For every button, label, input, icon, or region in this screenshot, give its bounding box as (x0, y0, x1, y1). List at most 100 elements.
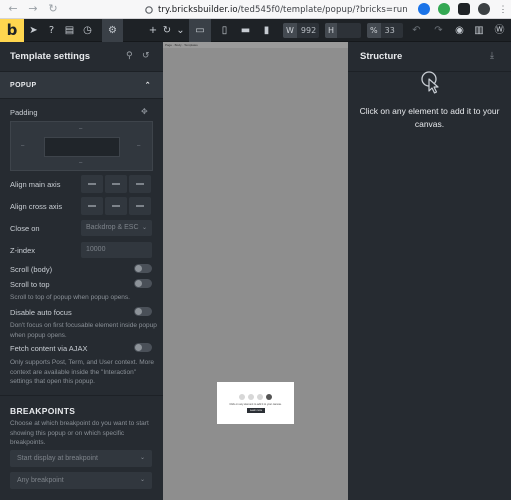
padding-right-input[interactable]: – (137, 143, 140, 149)
disable-focus-hint: Don't focus on first focusable element i… (10, 322, 157, 339)
pages-icon[interactable]: ▥ (470, 19, 488, 42)
url-host: try.bricksbuilder.io (158, 4, 238, 15)
chevron-down-icon: ⌄ (141, 225, 147, 231)
scroll-top-toggle[interactable] (134, 279, 152, 288)
preview-icon[interactable]: ◉ (451, 19, 468, 42)
zoom-value: 33 (384, 26, 395, 35)
url-text[interactable]: try.bricksbuilder.io/ted545f0/template/p… (158, 5, 408, 15)
structure-empty-message: Click on any element to add it to your c… (359, 106, 500, 129)
structure-header: Structure ⤓ (348, 42, 511, 72)
chevron-down-icon: ⌄ (139, 477, 145, 483)
bricks-logo[interactable]: b (0, 19, 24, 42)
reset-icon[interactable]: ↺ (142, 51, 150, 61)
close-on-select[interactable]: Backdrop & ESC ⌄ (81, 220, 152, 236)
add-element-icon[interactable]: + (146, 19, 160, 42)
download-icon[interactable]: ⤓ (490, 51, 494, 61)
dropdown-chevron-icon[interactable]: ⌄ (174, 19, 187, 42)
address-bar[interactable]: try.bricksbuilder.io/ted545f0/template/p… (144, 3, 408, 16)
history-icon[interactable]: ◷ (79, 19, 96, 42)
align-cross-axis-control[interactable] (81, 197, 151, 215)
collapse-chevron-icon[interactable]: ⌃ (145, 81, 151, 89)
url-path: /ted545f0/template/popup/?bricks=run (237, 4, 408, 15)
popup-dot-icon (248, 394, 254, 400)
tablet-breakpoint-icon[interactable]: ▯ (216, 19, 233, 42)
extension-circle-icon[interactable] (478, 3, 490, 15)
popup-preview[interactable]: Click on any element to add it to your c… (217, 382, 294, 424)
width-label: W (283, 23, 297, 38)
fetch-ajax-hint: Only supports Post, Term, and User conte… (10, 359, 155, 385)
height-label: H (325, 23, 338, 38)
forward-icon[interactable]: → (26, 2, 40, 16)
help-icon[interactable]: ? (43, 19, 60, 42)
extension-dark-icon[interactable] (458, 3, 470, 15)
fetch-ajax-toggle[interactable] (134, 343, 152, 352)
refresh-icon[interactable]: ↻ (160, 19, 174, 42)
canvas-height-input[interactable]: H (325, 23, 361, 38)
disable-focus-toggle[interactable] (134, 307, 152, 316)
any-breakpoint-select[interactable]: Any breakpoint ⌄ (10, 472, 152, 489)
section-title: POPUP (10, 81, 37, 89)
pointer-click-icon (421, 71, 439, 94)
align-main-axis-label: Align main axis (10, 180, 61, 189)
search-icon[interactable]: ⚲ (126, 51, 133, 61)
scroll-body-label: Scroll (body) (10, 265, 53, 274)
breakpoints-hint: Choose at which breakpoint do you want t… (10, 420, 149, 446)
padding-left-input[interactable]: – (21, 143, 24, 149)
structure-panel: Structure ⤓ Click on any element to add … (348, 42, 511, 500)
redo-icon[interactable]: ↷ (430, 19, 447, 42)
select-cursor-icon[interactable]: ➤ (25, 19, 42, 42)
start-breakpoint-select[interactable]: Start display at breakpoint ⌄ (10, 450, 152, 467)
panel-divider (0, 395, 163, 396)
builder-canvas[interactable]: Page · Body · Templates Click on any ele… (163, 42, 348, 500)
popup-button[interactable]: Learn more (247, 408, 265, 413)
builder-toolbar: b ➤ ? ▤ ◷ ⚙ + ↻ ⌄ ▭ ▯ ▬ ▮ W 992 H % 33 ↶ ↷… (0, 19, 511, 42)
popup-dot-icon (266, 394, 272, 400)
align-main-center-button[interactable] (105, 175, 127, 193)
fetch-ajax-label: Fetch content via AJAX (10, 344, 88, 353)
padding-control[interactable]: – – – – (10, 121, 153, 171)
popup-section-header[interactable]: POPUP ⌃ (0, 72, 163, 99)
align-cross-start-button[interactable] (81, 197, 103, 215)
align-main-end-button[interactable] (129, 175, 151, 193)
site-info-icon[interactable] (144, 5, 154, 15)
padding-inner-box (44, 137, 120, 157)
canvas-zoom-input[interactable]: % 33 (367, 23, 403, 38)
extension-info-icon[interactable] (418, 3, 430, 15)
disable-focus-label: Disable auto focus (10, 308, 72, 317)
document-icon[interactable]: ▤ (61, 19, 78, 42)
padding-bottom-input[interactable]: – (79, 160, 82, 166)
width-value: 992 (300, 26, 317, 35)
chevron-down-icon: ⌄ (139, 455, 145, 461)
panel-header: Template settings ⚲ ↺ (0, 42, 163, 72)
extension-check-icon[interactable] (438, 3, 450, 15)
popup-dot-icon (257, 394, 263, 400)
browser-menu-icon[interactable]: ⋮ (497, 3, 509, 15)
link-padding-icon[interactable]: ✥ (141, 107, 148, 116)
start-breakpoint-placeholder: Start display at breakpoint (17, 455, 98, 462)
padding-label: Padding (10, 108, 38, 117)
mobile-landscape-icon[interactable]: ▬ (237, 19, 254, 42)
close-on-label: Close on (10, 224, 40, 233)
mobile-portrait-icon[interactable]: ▮ (258, 19, 275, 42)
align-main-start-button[interactable] (81, 175, 103, 193)
settings-gear-icon[interactable]: ⚙ (102, 19, 123, 42)
align-cross-end-button[interactable] (129, 197, 151, 215)
breakpoints-heading: BREAKPOINTS (10, 406, 76, 416)
align-main-axis-control[interactable] (81, 175, 151, 193)
zindex-input[interactable]: 10000 (81, 242, 152, 258)
align-cross-center-button[interactable] (105, 197, 127, 215)
desktop-breakpoint-icon[interactable]: ▭ (189, 19, 211, 42)
canvas-breadcrumb: Page · Body · Templates (163, 42, 348, 48)
padding-top-input[interactable]: – (79, 126, 82, 132)
undo-icon[interactable]: ↶ (408, 19, 425, 42)
wordpress-icon[interactable]: Ⓦ (490, 19, 509, 42)
popup-dot-icon (239, 394, 245, 400)
back-icon[interactable]: ← (6, 2, 20, 16)
any-breakpoint-placeholder: Any breakpoint (17, 477, 64, 484)
reload-icon[interactable]: ↻ (46, 2, 60, 16)
panel-title: Template settings (10, 51, 91, 62)
popup-text: Click on any element to add it to your c… (229, 403, 282, 406)
canvas-width-input[interactable]: W 992 (283, 23, 319, 38)
scroll-body-toggle[interactable] (134, 264, 152, 273)
browser-bar: ← → ↻ try.bricksbuilder.io/ted545f0/temp… (0, 0, 511, 19)
